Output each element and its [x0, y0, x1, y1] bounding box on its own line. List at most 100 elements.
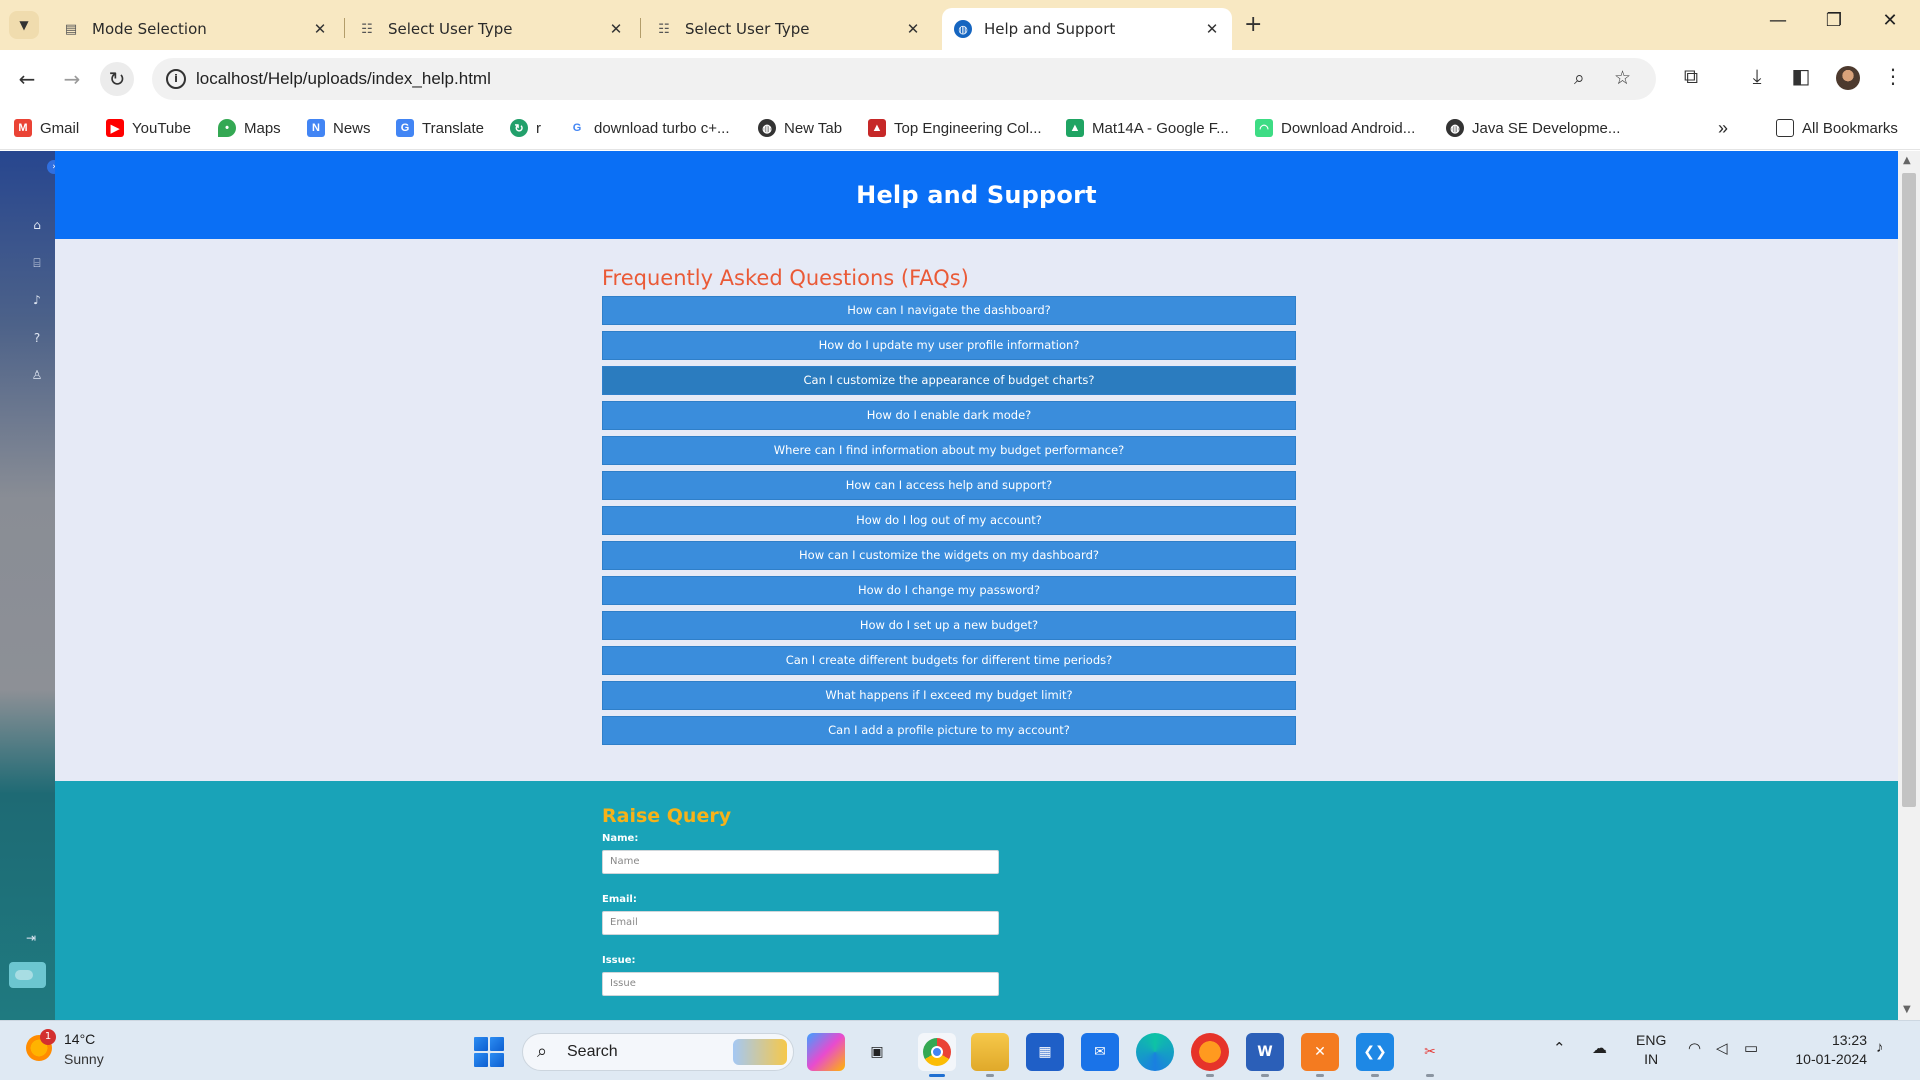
language-indicator[interactable]: ENG IN	[1636, 1031, 1666, 1069]
faq-item[interactable]: How can I access help and support?	[602, 471, 1296, 500]
copilot-icon[interactable]	[807, 1033, 845, 1071]
close-icon[interactable]: ✕	[606, 20, 626, 38]
scroll-down-icon[interactable]: ▼	[1903, 1004, 1911, 1015]
bookmark-r[interactable]: ↻ r	[510, 116, 541, 140]
page-viewport: › ⌂ ⌸ ♪ ? ♙ ⇥ Help and Support Frequentl…	[0, 151, 1920, 1020]
folder-icon	[1776, 119, 1794, 137]
email-input[interactable]: Email	[602, 911, 999, 935]
search-label: Search	[567, 1043, 618, 1060]
bookmark-new-tab[interactable]: ◍ New Tab	[758, 116, 842, 140]
bookmark-youtube[interactable]: ▶ YouTube	[106, 116, 191, 140]
bookmark-java-se[interactable]: ◍ Java SE Developme...	[1446, 116, 1620, 140]
store-icon[interactable]: ▦	[1026, 1033, 1064, 1071]
faq-item[interactable]: How can I navigate the dashboard?	[602, 296, 1296, 325]
vscode-icon[interactable]: ❮❯	[1356, 1033, 1394, 1071]
cloud-icon[interactable]: ☁	[1592, 1039, 1607, 1057]
tab-search-button[interactable]: ▼	[9, 11, 39, 39]
home-icon[interactable]: ⌂	[28, 218, 46, 232]
bookmark-maps[interactable]: • Maps	[218, 116, 281, 140]
more-bookmarks-chevron-icon[interactable]: »	[1718, 116, 1728, 140]
volume-icon[interactable]: ◁	[1716, 1039, 1728, 1057]
bookmark-download-android[interactable]: ◠ Download Android...	[1255, 116, 1415, 140]
site-info-icon[interactable]: i	[166, 69, 186, 89]
name-input[interactable]: Name	[602, 850, 999, 874]
notification-bell-icon[interactable]: ♪	[1876, 1039, 1884, 1056]
windows-start-icon[interactable]	[474, 1037, 504, 1067]
taskbar-search[interactable]: ⌕ Search	[522, 1033, 794, 1071]
dark-mode-toggle[interactable]	[9, 962, 46, 988]
faq-item[interactable]: How do I set up a new budget?	[602, 611, 1296, 640]
close-icon[interactable]: ✕	[1202, 20, 1222, 38]
new-tab-button[interactable]: +	[1244, 12, 1262, 37]
bookmark-star-icon[interactable]: ☆	[1614, 67, 1631, 89]
snipping-tool-icon[interactable]: ✂	[1411, 1033, 1449, 1071]
weather-description[interactable]: Sunny	[64, 1051, 104, 1067]
bookmark-top-engineering[interactable]: ▲ Top Engineering Col...	[868, 116, 1042, 140]
faq-item[interactable]: Can I customize the appearance of budget…	[602, 366, 1296, 395]
scroll-thumb[interactable]	[1902, 173, 1916, 807]
translate-icon: G	[396, 119, 414, 137]
faq-item[interactable]: Where can I find information about my bu…	[602, 436, 1296, 465]
bookmark-label: YouTube	[132, 119, 191, 137]
back-button[interactable]: ←	[10, 62, 44, 96]
tab-help-and-support[interactable]: ◍ Help and Support ✕	[942, 8, 1232, 50]
restore-button[interactable]: ❐	[1814, 10, 1854, 31]
faq-item[interactable]: How do I update my user profile informat…	[602, 331, 1296, 360]
xampp-icon[interactable]: ✕	[1301, 1033, 1339, 1071]
battery-icon[interactable]: ▭	[1744, 1039, 1758, 1057]
side-panel-icon[interactable]: ◧	[1786, 64, 1816, 88]
zoom-icon[interactable]: ⌕	[1574, 67, 1585, 89]
tab-separator	[640, 18, 641, 38]
bell-icon[interactable]: ♪	[28, 293, 46, 307]
tab-mode-selection[interactable]: ▤ Mode Selection ✕	[50, 8, 340, 50]
wifi-icon[interactable]: ◠	[1688, 1039, 1701, 1057]
close-icon[interactable]: ✕	[903, 20, 923, 38]
page-scrollbar[interactable]: ▲ ▼	[1898, 151, 1920, 1020]
scroll-up-icon[interactable]: ▲	[1903, 155, 1911, 166]
firefox-icon[interactable]	[1191, 1033, 1229, 1071]
chevron-up-icon[interactable]: ⌃	[1553, 1039, 1566, 1057]
faq-item[interactable]: How can I customize the widgets on my da…	[602, 541, 1296, 570]
download-icon[interactable]: ⤓	[1742, 64, 1772, 88]
bookmark-gmail[interactable]: M Gmail	[14, 116, 79, 140]
forward-button[interactable]: →	[55, 62, 89, 96]
issue-input[interactable]: Issue	[602, 972, 999, 996]
clock[interactable]: 13:23 10-01-2024	[1785, 1031, 1867, 1069]
file-explorer-icon[interactable]	[971, 1033, 1009, 1071]
menu-kebab-icon[interactable]: ⋮	[1878, 64, 1908, 88]
word-icon[interactable]: W	[1246, 1033, 1284, 1071]
address-bar[interactable]: i localhost/Help/uploads/index_help.html…	[152, 58, 1656, 100]
bookmark-translate[interactable]: G Translate	[396, 116, 484, 140]
profile-avatar[interactable]	[1836, 66, 1860, 90]
faq-item[interactable]: How do I enable dark mode?	[602, 401, 1296, 430]
tab-select-user-type-2[interactable]: ☷ Select User Type ✕	[643, 8, 933, 50]
faq-item[interactable]: How do I log out of my account?	[602, 506, 1296, 535]
url-text[interactable]: localhost/Help/uploads/index_help.html	[196, 69, 491, 89]
running-indicator	[986, 1074, 994, 1077]
mail-icon[interactable]: ✉	[1081, 1033, 1119, 1071]
close-window-button[interactable]: ✕	[1870, 10, 1910, 31]
edge-icon[interactable]	[1136, 1033, 1174, 1071]
extensions-icon[interactable]: ⧉	[1676, 64, 1706, 88]
tab-select-user-type[interactable]: ☷ Select User Type ✕	[346, 8, 636, 50]
weather-temperature[interactable]: 14°C	[64, 1031, 95, 1047]
chrome-icon[interactable]	[918, 1033, 956, 1071]
faq-item[interactable]: Can I create different budgets for diffe…	[602, 646, 1296, 675]
faq-item[interactable]: What happens if I exceed my budget limit…	[602, 681, 1296, 710]
all-bookmarks-button[interactable]: All Bookmarks	[1776, 116, 1898, 140]
faq-item[interactable]: How do I change my password?	[602, 576, 1296, 605]
news-icon: N	[307, 119, 325, 137]
minimize-button[interactable]: —	[1758, 10, 1798, 31]
bookmark-mat14a[interactable]: ▲ Mat14A - Google F...	[1066, 116, 1229, 140]
faq-item[interactable]: Can I add a profile picture to my accoun…	[602, 716, 1296, 745]
bookmark-download-turbo[interactable]: Gdownload turbo c+...	[568, 116, 730, 140]
close-icon[interactable]: ✕	[310, 20, 330, 38]
task-view-icon[interactable]: ▣	[858, 1033, 896, 1071]
logout-icon[interactable]: ⇥	[22, 931, 40, 945]
bookmark-news[interactable]: N News	[307, 116, 371, 140]
help-icon[interactable]: ?	[28, 331, 46, 345]
reload-button[interactable]: ↻	[100, 62, 134, 96]
email-label: Email:	[602, 894, 637, 905]
bank-icon[interactable]: ⌸	[28, 256, 46, 271]
user-icon[interactable]: ♙	[28, 368, 46, 382]
